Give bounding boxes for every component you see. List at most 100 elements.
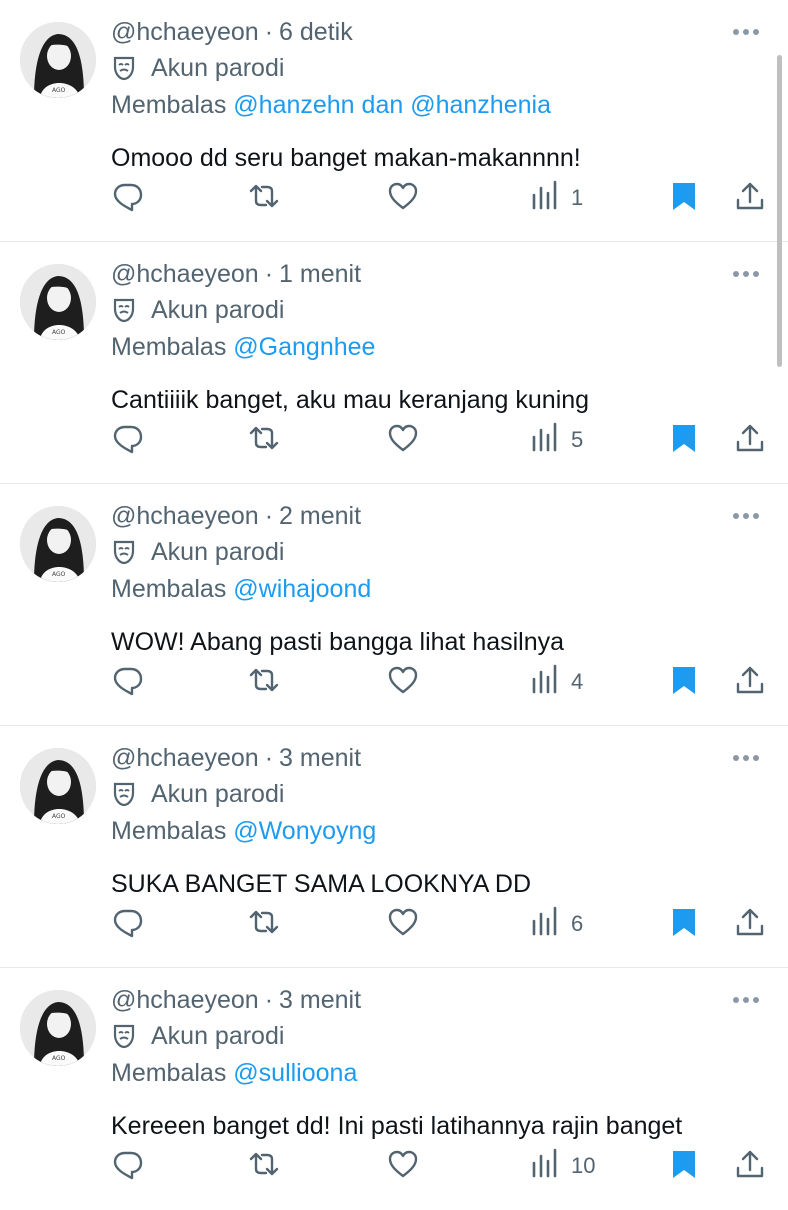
avatar[interactable]: AGO xyxy=(20,22,96,98)
reply-button[interactable] xyxy=(111,168,145,228)
parody-text: Akun parodi xyxy=(151,537,285,566)
parody-label: Akun parodi xyxy=(111,776,764,812)
parody-text: Akun parodi xyxy=(151,53,285,82)
share-button[interactable] xyxy=(733,410,767,470)
action-bar: 10 xyxy=(111,1136,771,1196)
parody-mask-icon xyxy=(111,781,137,807)
handle[interactable]: @hchaeyeon xyxy=(111,502,259,531)
share-button[interactable] xyxy=(733,652,767,712)
separator: · xyxy=(264,17,274,46)
views-count: 4 xyxy=(571,669,584,694)
more-icon[interactable] xyxy=(728,260,764,288)
retweet-button[interactable] xyxy=(247,652,281,712)
tweet[interactable]: AGO @hchaeyeon · 6 detik Akun parodi Mem… xyxy=(0,0,788,242)
tweet[interactable]: AGO @hchaeyeon · 1 menit Akun parodi Mem… xyxy=(0,242,788,484)
views-button[interactable]: 5 xyxy=(529,410,583,470)
timestamp[interactable]: 3 menit xyxy=(279,744,361,773)
like-icon xyxy=(386,421,420,460)
share-button[interactable] xyxy=(733,1136,767,1196)
mention-link[interactable]: @hanzehn xyxy=(233,91,354,120)
bookmark-icon xyxy=(667,905,701,944)
reply-icon xyxy=(111,1147,145,1186)
reply-button[interactable] xyxy=(111,1136,145,1196)
retweet-icon xyxy=(247,663,281,702)
share-icon xyxy=(733,421,767,460)
reply-icon xyxy=(111,179,145,218)
like-button[interactable] xyxy=(386,168,420,228)
bookmark-button[interactable] xyxy=(667,410,701,470)
reply-button[interactable] xyxy=(111,894,145,954)
action-bar: 4 xyxy=(111,652,771,712)
bookmark-icon xyxy=(667,421,701,460)
retweet-icon xyxy=(247,905,281,944)
scrollbar[interactable] xyxy=(777,55,782,367)
views-button[interactable]: 6 xyxy=(529,894,583,954)
timestamp[interactable]: 6 detik xyxy=(279,18,353,47)
parody-label: Akun parodi xyxy=(111,292,764,328)
bookmark-button[interactable] xyxy=(667,168,701,228)
more-icon[interactable] xyxy=(728,986,764,1014)
views-icon xyxy=(529,663,563,702)
like-icon xyxy=(386,663,420,702)
timestamp[interactable]: 1 menit xyxy=(279,260,361,289)
like-button[interactable] xyxy=(386,894,420,954)
share-button[interactable] xyxy=(733,894,767,954)
action-bar: 1 xyxy=(111,168,771,228)
like-button[interactable] xyxy=(386,1136,420,1196)
avatar[interactable]: AGO xyxy=(20,990,96,1066)
mention-link[interactable]: @hanzhenia xyxy=(410,91,551,120)
retweet-button[interactable] xyxy=(247,410,281,470)
retweet-button[interactable] xyxy=(247,1136,281,1196)
more-icon[interactable] xyxy=(728,744,764,772)
bookmark-button[interactable] xyxy=(667,1136,701,1196)
bookmark-button[interactable] xyxy=(667,652,701,712)
action-bar: 5 xyxy=(111,410,771,470)
separator: · xyxy=(264,259,274,288)
more-icon[interactable] xyxy=(728,18,764,46)
handle[interactable]: @hchaeyeon xyxy=(111,18,259,47)
parody-mask-icon xyxy=(111,1023,137,1049)
mention-link[interactable]: @wihajoond xyxy=(233,575,371,604)
tweet[interactable]: AGO @hchaeyeon · 3 menit Akun parodi Mem… xyxy=(0,968,788,1210)
mention-link[interactable]: @Gangnhee xyxy=(233,333,375,362)
handle[interactable]: @hchaeyeon xyxy=(111,260,259,289)
svg-text:AGO: AGO xyxy=(52,329,66,336)
more-icon[interactable] xyxy=(728,502,764,530)
retweet-icon xyxy=(247,179,281,218)
reply-button[interactable] xyxy=(111,410,145,470)
views-icon xyxy=(529,1147,563,1186)
parody-label: Akun parodi xyxy=(111,50,764,86)
tweet-header: @hchaeyeon · 3 menit xyxy=(111,740,764,776)
timestamp[interactable]: 3 menit xyxy=(279,986,361,1015)
timestamp[interactable]: 2 menit xyxy=(279,502,361,531)
views-count: 1 xyxy=(571,185,584,210)
views-button[interactable]: 10 xyxy=(529,1136,595,1196)
handle[interactable]: @hchaeyeon xyxy=(111,986,259,1015)
tweet[interactable]: AGO @hchaeyeon · 3 menit Akun parodi Mem… xyxy=(0,726,788,968)
retweet-button[interactable] xyxy=(247,168,281,228)
tweet-header: @hchaeyeon · 6 detik xyxy=(111,14,764,50)
handle[interactable]: @hchaeyeon xyxy=(111,744,259,773)
tweet[interactable]: AGO @hchaeyeon · 2 menit Akun parodi Mem… xyxy=(0,484,788,726)
replying-prefix: Membalas xyxy=(111,574,227,603)
share-button[interactable] xyxy=(733,168,767,228)
like-button[interactable] xyxy=(386,652,420,712)
mention-link[interactable]: @sullioona xyxy=(233,1059,357,1088)
retweet-button[interactable] xyxy=(247,894,281,954)
avatar[interactable]: AGO xyxy=(20,748,96,824)
like-button[interactable] xyxy=(386,410,420,470)
mention-link[interactable]: @Wonyoyng xyxy=(233,817,376,846)
parody-label: Akun parodi xyxy=(111,534,764,570)
avatar[interactable]: AGO xyxy=(20,264,96,340)
bookmark-button[interactable] xyxy=(667,894,701,954)
share-icon xyxy=(733,1147,767,1186)
views-count: 6 xyxy=(571,911,584,936)
views-button[interactable]: 4 xyxy=(529,652,583,712)
like-icon xyxy=(386,1147,420,1186)
mention-connector[interactable]: dan xyxy=(362,91,404,120)
svg-text:AGO: AGO xyxy=(52,571,66,578)
views-button[interactable]: 1 xyxy=(529,168,583,228)
avatar[interactable]: AGO xyxy=(20,506,96,582)
replying-to: Membalas @Wonyoyng xyxy=(111,812,764,850)
reply-button[interactable] xyxy=(111,652,145,712)
